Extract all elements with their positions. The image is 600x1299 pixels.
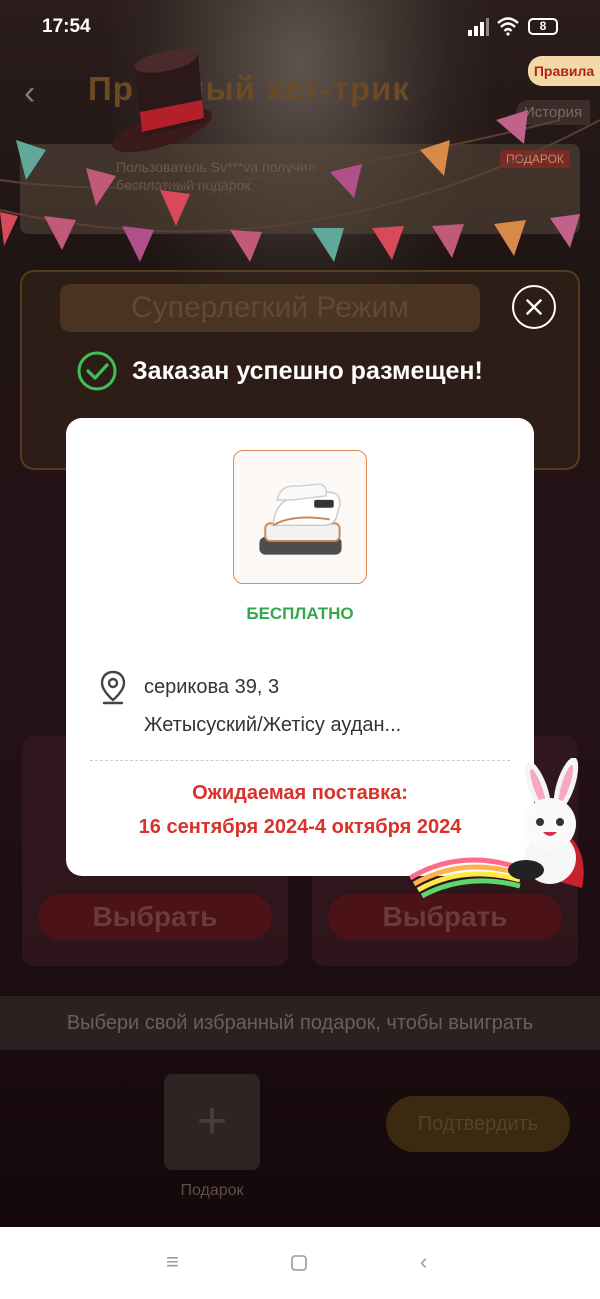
address-line-1: серикова 39, 3: [144, 676, 280, 698]
mode-title: Суперлегкий Режим: [60, 284, 480, 332]
gift-slot-label: Подарок: [180, 1182, 244, 1199]
choose-hint: Выбери свой избранный подарок, чтобы выи…: [0, 996, 600, 1050]
pick-button-right[interactable]: Выбрать: [328, 894, 562, 940]
steam-iron-illustration: [259, 483, 342, 555]
success-message: Заказан успешно размещен!: [132, 357, 483, 385]
address-line-2: Жетысуский/Жетісу аудан...: [144, 714, 402, 736]
app-screen: 17:54 8 ‹ Пр очный хет-трик Правила Исто…: [0, 0, 600, 1299]
location-pin-icon: [100, 670, 126, 705]
system-nav-bar: ≡ ‹: [0, 1227, 600, 1299]
home-nav-icon[interactable]: [291, 1255, 307, 1271]
status-time: 17:54: [42, 16, 91, 37]
confirm-button[interactable]: Подтвердить: [386, 1096, 570, 1152]
success-header: Заказан успешно размещен!: [76, 350, 546, 392]
close-icon[interactable]: [512, 285, 556, 329]
battery-level: 8: [539, 19, 547, 33]
bunting-decoration: [0, 110, 600, 262]
plus-icon: +: [196, 1092, 228, 1150]
check-circle-icon: [77, 351, 117, 391]
menu-nav-icon[interactable]: ≡: [166, 1249, 179, 1275]
back-nav-icon[interactable]: ‹: [420, 1249, 427, 1275]
rabbit-mascot-illustration: [410, 758, 584, 898]
pick-button-left[interactable]: Выбрать: [38, 894, 272, 940]
magic-hat-illustration: [112, 49, 212, 153]
product-image: [233, 450, 367, 584]
gift-slot[interactable]: +: [164, 1074, 260, 1170]
status-bar: 17:54 8: [0, 0, 600, 56]
battery-icon: 8: [528, 18, 558, 35]
signal-icon: [468, 18, 489, 36]
price-label: БЕСПЛАТНО: [246, 604, 354, 623]
wifi-icon: [497, 17, 519, 36]
